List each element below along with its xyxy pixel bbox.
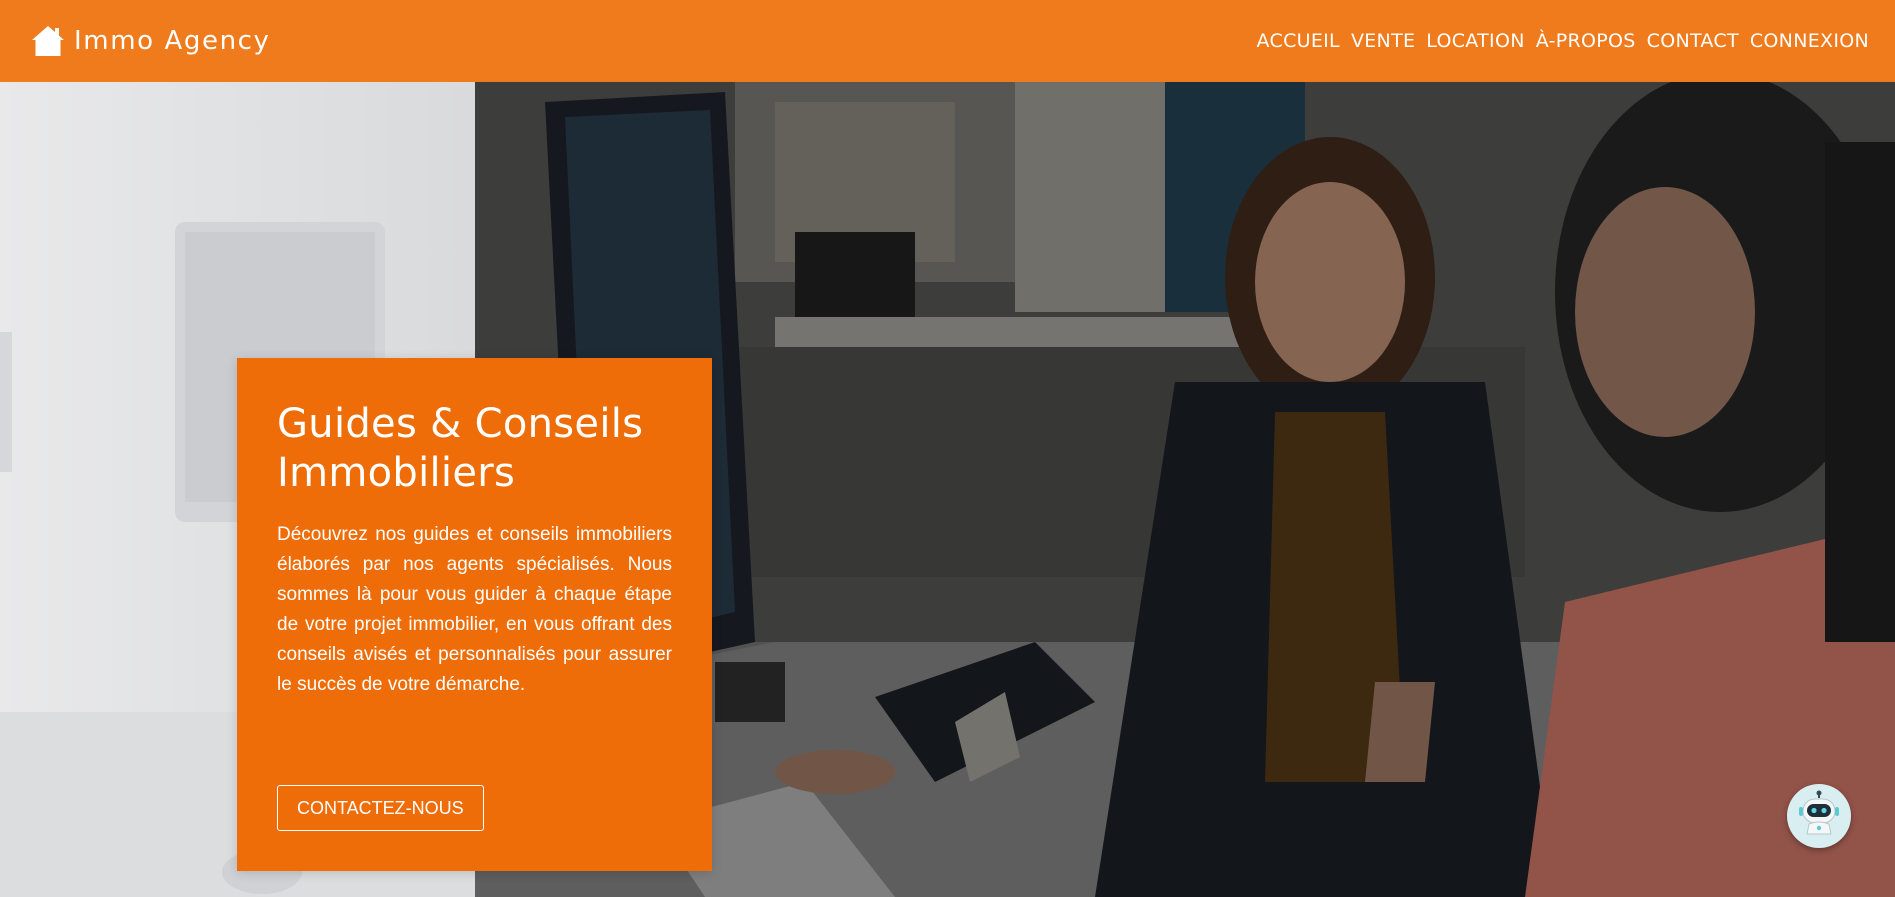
robot-icon <box>1793 788 1845 845</box>
nav-item-vente[interactable]: VENTE <box>1351 30 1415 52</box>
hero-description: Découvrez nos guides et conseils immobil… <box>277 524 672 695</box>
nav-item-accueil[interactable]: ACCUEIL <box>1257 30 1340 52</box>
nav-item-connexion[interactable]: CONNEXION <box>1750 30 1869 52</box>
nav-item-a-propos[interactable]: À-PROPOS <box>1536 30 1636 52</box>
site-header: Immo Agency ACCUEIL VENTE LOCATION À-PRO… <box>0 0 1895 82</box>
hero-info-card: Guides & Conseils Immobiliers Découvrez … <box>237 358 712 871</box>
nav-item-contact[interactable]: CONTACT <box>1647 30 1739 52</box>
hero-section: Guides & Conseils Immobiliers Découvrez … <box>0 82 1895 897</box>
house-icon <box>30 22 68 60</box>
hero-title: Guides & Conseils Immobiliers <box>277 401 644 496</box>
chatbot-button[interactable] <box>1787 784 1851 848</box>
brand-logo[interactable]: Immo Agency <box>30 22 271 60</box>
contact-us-button[interactable]: CONTACTEZ-NOUS <box>277 785 484 831</box>
nav-item-location[interactable]: LOCATION <box>1426 30 1524 52</box>
brand-name: Immo Agency <box>74 26 271 56</box>
main-nav: ACCUEIL VENTE LOCATION À-PROPOS CONTACT … <box>1257 30 1869 52</box>
